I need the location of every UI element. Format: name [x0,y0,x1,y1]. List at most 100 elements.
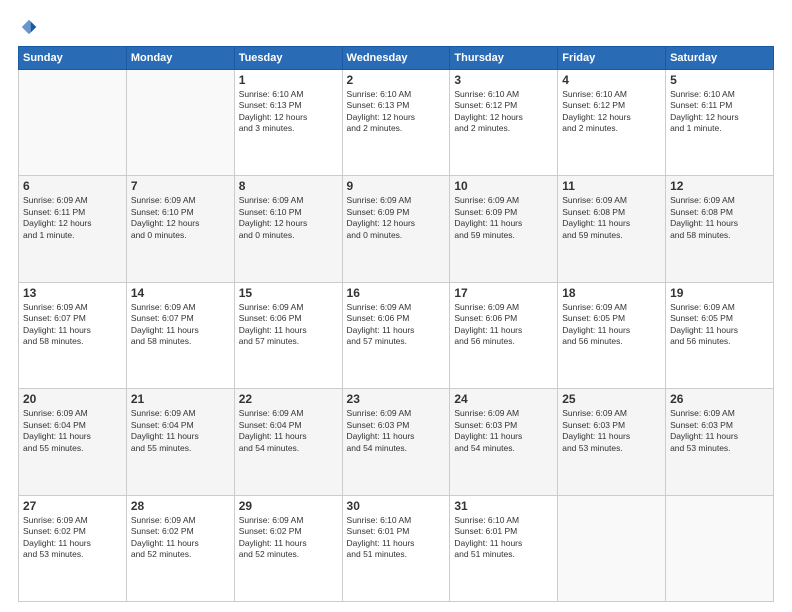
table-row: 9Sunrise: 6:09 AM Sunset: 6:09 PM Daylig… [342,176,450,282]
day-number: 12 [670,179,769,193]
day-number: 27 [23,499,122,513]
day-info: Sunrise: 6:09 AM Sunset: 6:02 PM Dayligh… [23,515,122,561]
day-number: 4 [562,73,661,87]
calendar-week-row: 13 Sunrise: 6:09 AM Sunset: 6:07 PM Dayli… [19,282,774,388]
calendar-week-row: 20 Sunrise: 6:09 AM Sunset: 6:04 PM Dayli… [19,389,774,495]
day-number: 31 [454,499,553,513]
table-row: 27 Sunrise: 6:09 AM Sunset: 6:02 PM Dayli… [19,495,127,601]
table-row: 16 Sunrise: 6:09 AM Sunset: 6:06 PM Dayli… [342,282,450,388]
day-number: 26 [670,392,769,406]
table-row: 26 Sunrise: 6:09 AM Sunset: 6:03 PM Dayli… [666,389,774,495]
table-row: 30 Sunrise: 6:10 AM Sunset: 6:01 PM Dayli… [342,495,450,601]
table-row [19,70,127,176]
day-info: Sunrise: 6:09 AM Sunset: 6:04 PM Dayligh… [239,408,338,454]
col-saturday: Saturday [666,47,774,70]
day-info: Sunrise: 6:09 AM Sunset: 6:10 PM Dayligh… [239,195,338,241]
calendar-week-row: 27 Sunrise: 6:09 AM Sunset: 6:02 PM Dayli… [19,495,774,601]
day-number: 24 [454,392,553,406]
day-number: 11 [562,179,661,193]
day-info: Sunrise: 6:09 AM Sunset: 6:11 PM Dayligh… [23,195,122,241]
day-info: Sunrise: 6:09 AM Sunset: 6:02 PM Dayligh… [131,515,230,561]
day-info: Sunrise: 6:09 AM Sunset: 6:07 PM Dayligh… [131,302,230,348]
day-number: 16 [347,286,446,300]
table-row: 20 Sunrise: 6:09 AM Sunset: 6:04 PM Dayli… [19,389,127,495]
day-number: 20 [23,392,122,406]
logo [18,18,38,36]
table-row: 21 Sunrise: 6:09 AM Sunset: 6:04 PM Dayli… [126,389,234,495]
day-info: Sunrise: 6:10 AM Sunset: 6:13 PM Dayligh… [239,89,338,135]
day-info: Sunrise: 6:09 AM Sunset: 6:05 PM Dayligh… [562,302,661,348]
day-info: Sunrise: 6:10 AM Sunset: 6:01 PM Dayligh… [454,515,553,561]
table-row [558,495,666,601]
table-row: 31 Sunrise: 6:10 AM Sunset: 6:01 PM Dayli… [450,495,558,601]
day-number: 13 [23,286,122,300]
table-row: 10 Sunrise: 6:09 AM Sunset: 6:09 PM Dayli… [450,176,558,282]
day-info: Sunrise: 6:10 AM Sunset: 6:13 PM Dayligh… [347,89,446,135]
table-row [126,70,234,176]
day-info: Sunrise: 6:09 AM Sunset: 6:06 PM Dayligh… [239,302,338,348]
day-number: 19 [670,286,769,300]
day-info: Sunrise: 6:09 AM Sunset: 6:04 PM Dayligh… [131,408,230,454]
table-row: 23 Sunrise: 6:09 AM Sunset: 6:03 PM Dayli… [342,389,450,495]
day-info: Sunrise: 6:10 AM Sunset: 6:11 PM Dayligh… [670,89,769,135]
table-row: 28Sunrise: 6:09 AM Sunset: 6:02 PM Dayli… [126,495,234,601]
table-row: 22 Sunrise: 6:09 AM Sunset: 6:04 PM Dayli… [234,389,342,495]
day-info: Sunrise: 6:09 AM Sunset: 6:03 PM Dayligh… [562,408,661,454]
day-number: 3 [454,73,553,87]
day-info: Sunrise: 6:09 AM Sunset: 6:08 PM Dayligh… [562,195,661,241]
col-sunday: Sunday [19,47,127,70]
day-info: Sunrise: 6:09 AM Sunset: 6:07 PM Dayligh… [23,302,122,348]
table-row: 11 Sunrise: 6:09 AM Sunset: 6:08 PM Dayli… [558,176,666,282]
table-row: 6Sunrise: 6:09 AM Sunset: 6:11 PM Daylig… [19,176,127,282]
table-row: 13 Sunrise: 6:09 AM Sunset: 6:07 PM Dayli… [19,282,127,388]
day-number: 14 [131,286,230,300]
page-header [18,18,774,36]
day-info: Sunrise: 6:10 AM Sunset: 6:12 PM Dayligh… [562,89,661,135]
day-info: Sunrise: 6:10 AM Sunset: 6:01 PM Dayligh… [347,515,446,561]
table-row: 12 Sunrise: 6:09 AM Sunset: 6:08 PM Dayli… [666,176,774,282]
day-number: 22 [239,392,338,406]
day-number: 17 [454,286,553,300]
table-row: 29Sunrise: 6:09 AM Sunset: 6:02 PM Dayli… [234,495,342,601]
col-wednesday: Wednesday [342,47,450,70]
day-number: 21 [131,392,230,406]
table-row: 18Sunrise: 6:09 AM Sunset: 6:05 PM Dayli… [558,282,666,388]
table-row: 14 Sunrise: 6:09 AM Sunset: 6:07 PM Dayli… [126,282,234,388]
day-info: Sunrise: 6:09 AM Sunset: 6:10 PM Dayligh… [131,195,230,241]
table-row: 4 Sunrise: 6:10 AM Sunset: 6:12 PM Daylig… [558,70,666,176]
day-info: Sunrise: 6:09 AM Sunset: 6:03 PM Dayligh… [347,408,446,454]
table-row: 19 Sunrise: 6:09 AM Sunset: 6:05 PM Dayli… [666,282,774,388]
calendar-week-row: 1 Sunrise: 6:10 AM Sunset: 6:13 PM Daylig… [19,70,774,176]
day-info: Sunrise: 6:09 AM Sunset: 6:05 PM Dayligh… [670,302,769,348]
day-info: Sunrise: 6:09 AM Sunset: 6:04 PM Dayligh… [23,408,122,454]
day-info: Sunrise: 6:09 AM Sunset: 6:03 PM Dayligh… [670,408,769,454]
day-number: 15 [239,286,338,300]
day-info: Sunrise: 6:09 AM Sunset: 6:09 PM Dayligh… [454,195,553,241]
day-number: 10 [454,179,553,193]
day-number: 23 [347,392,446,406]
day-number: 7 [131,179,230,193]
day-info: Sunrise: 6:09 AM Sunset: 6:02 PM Dayligh… [239,515,338,561]
table-row: 5Sunrise: 6:10 AM Sunset: 6:11 PM Daylig… [666,70,774,176]
day-number: 8 [239,179,338,193]
table-row: 15 Sunrise: 6:09 AM Sunset: 6:06 PM Dayli… [234,282,342,388]
table-row: 25Sunrise: 6:09 AM Sunset: 6:03 PM Dayli… [558,389,666,495]
table-row: 2 Sunrise: 6:10 AM Sunset: 6:13 PM Daylig… [342,70,450,176]
day-number: 30 [347,499,446,513]
calendar-header-row: Sunday Monday Tuesday Wednesday Thursday… [19,47,774,70]
day-info: Sunrise: 6:09 AM Sunset: 6:06 PM Dayligh… [347,302,446,348]
day-number: 1 [239,73,338,87]
table-row: 7 Sunrise: 6:09 AM Sunset: 6:10 PM Daylig… [126,176,234,282]
calendar-table: Sunday Monday Tuesday Wednesday Thursday… [18,46,774,602]
col-thursday: Thursday [450,47,558,70]
day-number: 2 [347,73,446,87]
table-row: 8 Sunrise: 6:09 AM Sunset: 6:10 PM Daylig… [234,176,342,282]
col-friday: Friday [558,47,666,70]
day-info: Sunrise: 6:10 AM Sunset: 6:12 PM Dayligh… [454,89,553,135]
calendar-week-row: 6Sunrise: 6:09 AM Sunset: 6:11 PM Daylig… [19,176,774,282]
day-info: Sunrise: 6:09 AM Sunset: 6:08 PM Dayligh… [670,195,769,241]
day-info: Sunrise: 6:09 AM Sunset: 6:09 PM Dayligh… [347,195,446,241]
col-tuesday: Tuesday [234,47,342,70]
table-row: 17Sunrise: 6:09 AM Sunset: 6:06 PM Dayli… [450,282,558,388]
table-row: 1 Sunrise: 6:10 AM Sunset: 6:13 PM Daylig… [234,70,342,176]
